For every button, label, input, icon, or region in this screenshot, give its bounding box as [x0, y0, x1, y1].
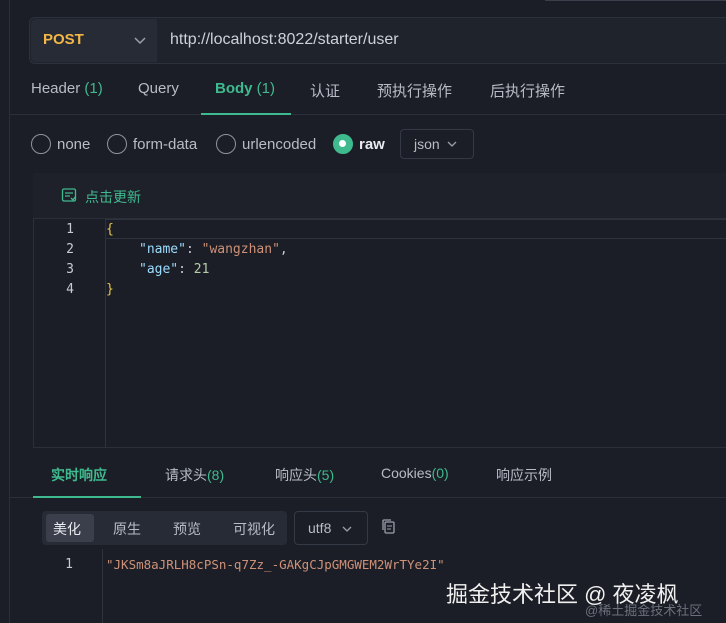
- method-select[interactable]: POST: [31, 19, 157, 62]
- format-raw[interactable]: 原生: [113, 519, 141, 539]
- radio-raw-label: raw: [359, 135, 385, 153]
- tab-header[interactable]: Header (1): [31, 80, 103, 97]
- editor-gutter: [105, 219, 106, 447]
- json-value: "wangzhan": [201, 242, 280, 257]
- line-number: 2: [66, 242, 74, 257]
- response-body: "JKSm8aJRLH8cPSn-q7Zz_-GAKgCJpGMGWEM2WrT…: [106, 557, 445, 572]
- request-tabs: [10, 65, 726, 115]
- code-line: }: [106, 282, 114, 297]
- method-label: POST: [43, 31, 84, 48]
- tab-body-count: (1): [256, 80, 276, 97]
- active-tab-indicator: [201, 113, 291, 115]
- tab-query[interactable]: Query: [138, 80, 179, 97]
- radio-urlencoded[interactable]: urlencoded: [216, 133, 316, 155]
- tab-post-script[interactable]: 后执行操作: [490, 80, 565, 101]
- refresh-button[interactable]: 点击更新: [85, 187, 141, 207]
- format-visualize[interactable]: 可视化: [233, 519, 275, 539]
- resp-tab-count: (8): [207, 467, 225, 483]
- radio-circle-icon: [31, 134, 51, 154]
- radio-raw[interactable]: raw: [333, 133, 385, 155]
- url-input[interactable]: http://localhost:8022/starter/user: [170, 31, 399, 49]
- resp-tab-cookies[interactable]: Cookies(0): [381, 465, 449, 481]
- tab-header-label: Header: [31, 80, 81, 97]
- json-key: "name": [139, 242, 186, 257]
- tab-pre-script[interactable]: 预执行操作: [377, 80, 452, 101]
- tab-auth-label: 认证: [310, 83, 341, 100]
- tab-query-label: Query: [138, 80, 179, 97]
- tab-auth[interactable]: 认证: [310, 80, 340, 101]
- resp-tab-label: 响应头: [275, 467, 317, 483]
- tab-body-label: Body: [215, 80, 253, 97]
- encoding-select[interactable]: utf8: [294, 511, 368, 545]
- radio-circle-icon: [107, 134, 127, 154]
- format-beautify[interactable]: 美化: [53, 519, 81, 539]
- code-editor[interactable]: 1 { 2 "name": "wangzhan", 3 "age": 21 4 …: [33, 219, 726, 448]
- format-select-value: json: [414, 136, 440, 152]
- encoding-value: utf8: [308, 520, 332, 536]
- resp-tab-examples[interactable]: 响应示例: [496, 465, 552, 485]
- format-preview[interactable]: 预览: [173, 519, 201, 539]
- radio-form-data-label: form-data: [133, 135, 198, 153]
- resp-tab-label: 响应示例: [496, 467, 552, 483]
- code-line: "age": 21: [139, 262, 209, 277]
- resp-tab-count: (5): [317, 467, 335, 483]
- watermark-sub: @稀土掘金技术社区: [585, 603, 703, 618]
- resp-tab-label: 请求头: [165, 467, 207, 483]
- resp-tab-live[interactable]: 实时响应: [51, 465, 107, 485]
- radio-none[interactable]: none: [31, 133, 90, 155]
- resp-tab-live-label: 实时响应: [51, 467, 107, 483]
- tab-body[interactable]: Body (1): [215, 80, 275, 97]
- radio-none-label: none: [57, 135, 91, 153]
- tab-post-script-label: 后执行操作: [490, 83, 566, 100]
- resp-tab-request-headers[interactable]: 请求头(8): [165, 465, 224, 485]
- chevron-down-icon: [447, 141, 457, 147]
- tab-pre-script-label: 预执行操作: [377, 83, 453, 100]
- json-trail: ,: [279, 242, 288, 257]
- response-line-number: 1: [65, 557, 73, 572]
- radio-form-data[interactable]: form-data: [107, 133, 197, 155]
- current-line-highlight: [106, 219, 726, 239]
- json-key: "age": [139, 262, 179, 277]
- radio-circle-icon: [216, 134, 236, 154]
- json-sep: :: [178, 262, 194, 277]
- chevron-down-icon: [342, 526, 352, 532]
- json-sep: :: [185, 242, 202, 257]
- json-value: 21: [193, 262, 210, 277]
- resp-tab-response-headers[interactable]: 响应头(5): [275, 465, 334, 485]
- refresh-icon: [61, 188, 77, 202]
- editor-toolbar: 点击更新: [33, 173, 726, 219]
- code-line: "name": "wangzhan",: [139, 242, 288, 257]
- copy-icon[interactable]: [380, 518, 397, 535]
- radio-urlencoded-label: urlencoded: [242, 135, 317, 153]
- code-line: {: [106, 222, 114, 237]
- radio-checked-icon: [333, 134, 353, 154]
- response-gutter: [102, 549, 103, 623]
- top-divider: [545, 0, 726, 1]
- format-select[interactable]: json: [400, 129, 474, 159]
- tab-header-count: (1): [84, 80, 103, 97]
- line-number: 1: [66, 222, 74, 237]
- resp-tab-label: Cookies: [381, 465, 432, 481]
- active-resp-tab-indicator: [33, 496, 141, 498]
- chevron-down-icon: [134, 37, 146, 45]
- line-number: 4: [66, 282, 74, 297]
- resp-tab-count: (0): [431, 465, 449, 481]
- line-number: 3: [66, 262, 74, 277]
